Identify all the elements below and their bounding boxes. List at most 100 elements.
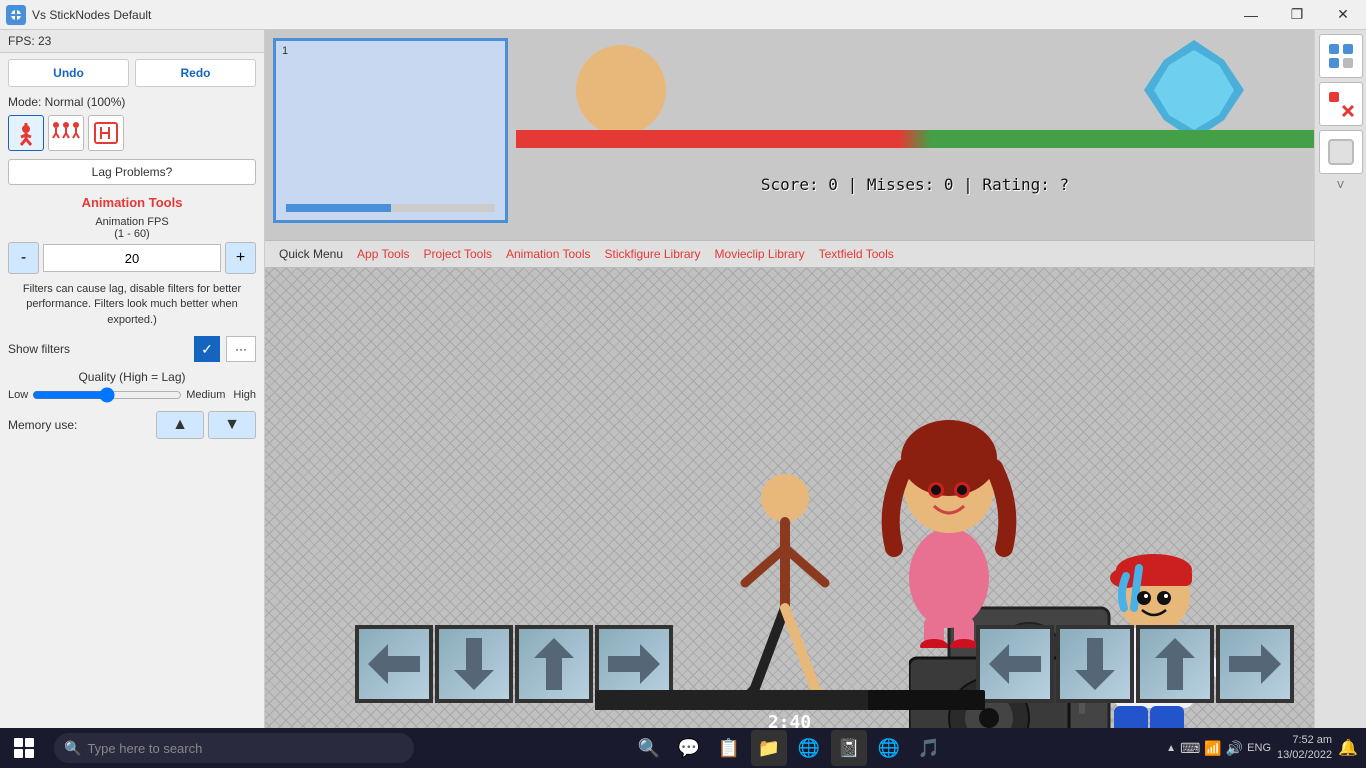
- quality-medium-label: Medium: [186, 389, 225, 401]
- sidebar: FPS: 23 Undo Redo Mode: Normal (100%) La…: [0, 30, 265, 768]
- animation-fps-row: - +: [8, 242, 256, 274]
- menu-stickfigure-library[interactable]: Stickfigure Library: [599, 245, 707, 263]
- lang-label: ENG: [1247, 742, 1271, 754]
- notification-icon[interactable]: 🔔: [1338, 738, 1358, 758]
- quality-high-label: High: [233, 389, 256, 401]
- taskbar: 🔍 Type here to search 🔍 💬 📋 📁 🌐 📓 🌐 🎵 ▲ …: [0, 728, 1366, 768]
- memory-row: Memory use: ▲ ▼: [0, 407, 264, 443]
- animation-fps-label: Animation FPS (1 - 60): [8, 216, 256, 240]
- main-layout: FPS: 23 Undo Redo Mode: Normal (100%) La…: [0, 30, 1366, 768]
- maximize-button[interactable]: ❐: [1274, 0, 1320, 30]
- fps-minus-button[interactable]: -: [8, 242, 39, 274]
- fps-display: FPS: 23: [0, 30, 264, 53]
- taskbar-search-icon[interactable]: 🔍: [631, 730, 667, 766]
- right-icon-delete[interactable]: [1319, 82, 1363, 126]
- app-icon: [6, 5, 26, 25]
- top-area: 1 Score:: [265, 30, 1314, 240]
- show-filters-row: Show filters ✓ ···: [0, 332, 264, 366]
- progress-bar[interactable]: [595, 690, 985, 710]
- score-display: Score: 0 | Misses: 0 | Rating: ?: [761, 175, 1069, 194]
- taskbar-music-icon[interactable]: 🎵: [911, 730, 947, 766]
- select-tool-icon[interactable]: [8, 115, 44, 151]
- menu-animation-tools[interactable]: Animation Tools: [500, 245, 597, 263]
- fnf-girlfriend-char: [864, 408, 1034, 653]
- clock-display[interactable]: 7:52 am 13/02/2022: [1277, 733, 1332, 764]
- memory-up-button[interactable]: ▲: [156, 411, 204, 439]
- arrow-up-key[interactable]: [515, 625, 593, 703]
- group-tool-icon[interactable]: [48, 115, 84, 151]
- window-controls[interactable]: — ❐ ✕: [1228, 0, 1366, 30]
- preview-box: 1: [273, 38, 508, 223]
- player-head-icon: [576, 45, 666, 135]
- taskbar-chrome-icon[interactable]: 🌐: [871, 730, 907, 766]
- search-icon: 🔍: [64, 740, 81, 757]
- right-sidebar: V: [1314, 30, 1366, 768]
- arrow-right-left-key[interactable]: [976, 625, 1054, 703]
- taskbar-view-icon[interactable]: 📋: [711, 730, 747, 766]
- arrow-down-key[interactable]: [435, 625, 513, 703]
- health-bar: [516, 130, 1314, 148]
- menu-movieclip-library[interactable]: Movieclip Library: [709, 245, 811, 263]
- mode-display: Mode: Normal (100%): [0, 93, 264, 111]
- game-header-area: Score: 0 | Misses: 0 | Rating: ?: [516, 30, 1314, 240]
- menu-app-tools[interactable]: App Tools: [351, 245, 415, 263]
- quality-label: Quality (High = Lag): [8, 370, 256, 384]
- taskbar-icons-center: 🔍 💬 📋 📁 🌐 📓 🌐 🎵: [420, 730, 1158, 766]
- memory-down-button[interactable]: ▼: [208, 411, 256, 439]
- menu-quick-menu[interactable]: Quick Menu: [273, 245, 349, 263]
- redo-button[interactable]: Redo: [135, 59, 256, 87]
- titlebar: Vs StickNodes Default — ❐ ✕: [0, 0, 1366, 30]
- arrow-right-right-key[interactable]: [1216, 625, 1294, 703]
- right-icon-grid[interactable]: [1319, 34, 1363, 78]
- progress-bar-area: 2:40: [595, 690, 985, 733]
- start-button[interactable]: [0, 728, 48, 768]
- show-filters-checkbox[interactable]: ✓: [194, 336, 220, 362]
- window-title: Vs StickNodes Default: [32, 8, 1228, 22]
- close-button[interactable]: ✕: [1320, 0, 1366, 30]
- menu-textfield-tools[interactable]: Textfield Tools: [813, 245, 900, 263]
- menu-bar: Quick Menu App Tools Project Tools Anima…: [265, 240, 1314, 268]
- taskbar-chat-icon[interactable]: 💬: [671, 730, 707, 766]
- fps-input[interactable]: [43, 244, 221, 272]
- tool-icons-bar: [0, 111, 264, 155]
- undo-redo-bar: Undo Redo: [0, 53, 264, 93]
- animation-fps-section: Animation FPS (1 - 60) - +: [0, 212, 264, 278]
- taskbar-right-area: ▲ ⌨ 📶 🔊 ENG 7:52 am 13/02/2022 🔔: [1158, 733, 1366, 764]
- filter-notice-text: Filters can cause lag, disable filters f…: [0, 278, 264, 332]
- time-display: 7:52 am: [1277, 733, 1332, 748]
- arrow-right-up-key[interactable]: [1136, 625, 1214, 703]
- system-tray: ▲ ⌨ 📶 🔊 ENG: [1166, 740, 1271, 757]
- lag-problems-button[interactable]: Lag Problems?: [8, 159, 256, 185]
- opponent-arrows-right: [976, 625, 1294, 703]
- letter-tool-icon[interactable]: [88, 115, 124, 151]
- quality-low-label: Low: [8, 389, 28, 401]
- quality-row: Low Medium High: [8, 387, 256, 403]
- progress-fill: [595, 690, 868, 710]
- show-filters-options[interactable]: ···: [226, 336, 256, 362]
- minimize-button[interactable]: —: [1228, 0, 1274, 30]
- search-placeholder-text: Type here to search: [87, 741, 202, 756]
- search-bar[interactable]: 🔍 Type here to search: [54, 733, 414, 763]
- right-icon-blank[interactable]: [1319, 130, 1363, 174]
- undo-button[interactable]: Undo: [8, 59, 129, 87]
- right-panel: 1 Score:: [265, 30, 1314, 768]
- tray-arrow[interactable]: ▲: [1166, 743, 1176, 754]
- windows-logo: [14, 738, 34, 758]
- menu-project-tools[interactable]: Project Tools: [418, 245, 498, 263]
- date-display: 13/02/2022: [1277, 748, 1332, 763]
- memory-label: Memory use:: [8, 418, 152, 432]
- quality-slider[interactable]: [32, 387, 182, 403]
- fps-plus-button[interactable]: +: [225, 242, 256, 274]
- tray-volume-icon: 🔊: [1226, 740, 1243, 757]
- taskbar-explorer-icon[interactable]: 📁: [751, 730, 787, 766]
- preview-frame-number: 1: [282, 45, 288, 57]
- arrow-right-down-key[interactable]: [1056, 625, 1134, 703]
- tray-network-icon: 📶: [1204, 740, 1221, 757]
- animation-tools-header: Animation Tools: [8, 195, 256, 210]
- arrow-left-key[interactable]: [355, 625, 433, 703]
- tray-keyboard-icon: ⌨: [1180, 740, 1200, 757]
- taskbar-browser-icon[interactable]: 🌐: [791, 730, 827, 766]
- taskbar-onenote-icon[interactable]: 📓: [831, 730, 867, 766]
- show-filters-label: Show filters: [8, 342, 188, 356]
- canvas-area[interactable]: D: [265, 268, 1314, 768]
